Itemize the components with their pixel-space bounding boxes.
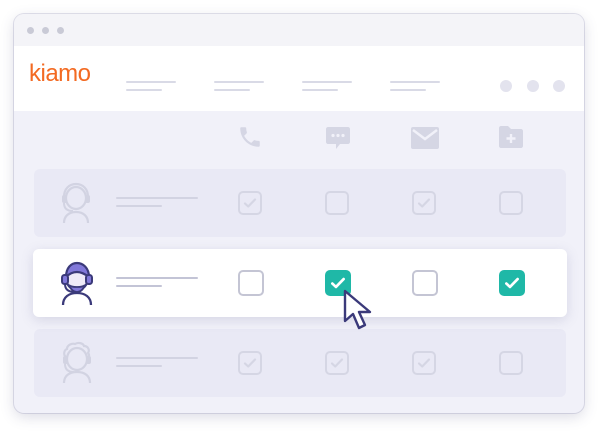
nav-item-placeholder[interactable] xyxy=(390,81,440,83)
agent-detail-placeholder xyxy=(116,285,162,287)
kiamo-logo: kiamo xyxy=(29,60,91,87)
channel-checkbox[interactable] xyxy=(412,191,436,215)
channel-checkbox[interactable] xyxy=(325,351,349,375)
nav-item-placeholder[interactable] xyxy=(126,81,176,83)
agent-curly-headset-icon xyxy=(62,341,92,384)
phone-icon xyxy=(237,124,263,155)
folder-add-icon xyxy=(497,124,525,155)
agent-name-placeholder xyxy=(116,197,198,199)
agent-row[interactable] xyxy=(34,329,566,397)
channel-checkbox[interactable] xyxy=(238,351,262,375)
agent-row-selected[interactable] xyxy=(33,249,567,317)
header-action-dot[interactable] xyxy=(553,80,565,92)
nav-item-placeholder[interactable] xyxy=(214,81,264,83)
window-control-dot[interactable] xyxy=(27,27,34,34)
nav-item-placeholder[interactable] xyxy=(390,89,426,91)
channel-checkbox[interactable] xyxy=(412,351,436,375)
agent-detail-placeholder xyxy=(116,205,162,207)
nav-item-placeholder[interactable] xyxy=(302,81,352,83)
channel-checkbox[interactable] xyxy=(238,191,262,215)
app-header: kiamo xyxy=(14,46,584,111)
agent-headset-icon xyxy=(61,261,93,306)
channel-checkbox[interactable] xyxy=(499,191,523,215)
header-action-dot[interactable] xyxy=(500,80,512,92)
agent-name-placeholder xyxy=(116,277,198,279)
envelope-icon xyxy=(411,127,439,154)
nav-item-placeholder[interactable] xyxy=(126,89,162,91)
channel-checkbox[interactable] xyxy=(412,270,438,296)
channel-checkbox[interactable] xyxy=(325,191,349,215)
window-control-dot[interactable] xyxy=(57,27,64,34)
window-control-dot[interactable] xyxy=(42,27,49,34)
app-window: kiamo xyxy=(14,14,584,413)
channel-checkbox[interactable] xyxy=(238,270,264,296)
agent-headset-icon xyxy=(62,182,90,224)
channel-checkbox-checked[interactable] xyxy=(499,270,525,296)
channel-checkbox[interactable] xyxy=(499,351,523,375)
nav-item-placeholder[interactable] xyxy=(302,89,338,91)
chat-bubble-icon xyxy=(324,124,352,157)
window-titlebar xyxy=(14,14,584,46)
nav-item-placeholder[interactable] xyxy=(214,89,250,91)
agent-detail-placeholder xyxy=(116,365,162,367)
mouse-pointer-icon xyxy=(343,289,372,330)
header-action-dot[interactable] xyxy=(527,80,539,92)
agent-name-placeholder xyxy=(116,357,198,359)
agent-row[interactable] xyxy=(34,169,566,237)
